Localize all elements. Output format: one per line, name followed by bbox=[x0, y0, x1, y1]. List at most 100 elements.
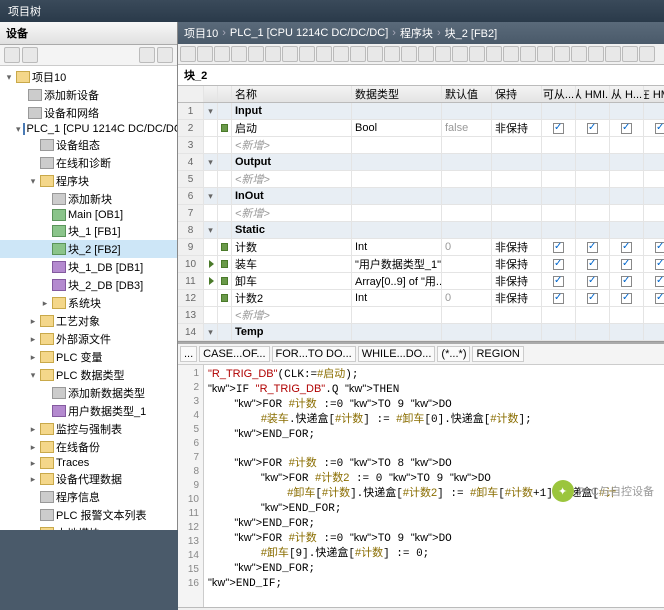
expand-icon[interactable]: ▸ bbox=[28, 474, 38, 485]
tree-node[interactable]: ▸系统块 bbox=[0, 294, 177, 312]
breadcrumb-item[interactable]: 块_2 [FB2] bbox=[445, 25, 498, 41]
grid-row[interactable]: 6▾InOut bbox=[178, 188, 664, 205]
tree-node[interactable]: 块_1_DB [DB1] bbox=[0, 258, 177, 276]
col-hmi3[interactable]: 在 HMI... bbox=[644, 86, 664, 102]
grid-row[interactable]: 9计数Int0非保持 bbox=[178, 239, 664, 256]
toolbar-button[interactable] bbox=[299, 46, 315, 62]
tree-node[interactable]: PLC 报警文本列表 bbox=[0, 506, 177, 524]
toolbar-button[interactable] bbox=[639, 46, 655, 62]
toolbar-button[interactable] bbox=[435, 46, 451, 62]
toolbar-button[interactable] bbox=[350, 46, 366, 62]
toolbar-button[interactable] bbox=[248, 46, 264, 62]
col-default[interactable]: 默认值 bbox=[442, 86, 492, 102]
toolbar-button[interactable] bbox=[282, 46, 298, 62]
checkbox[interactable] bbox=[587, 123, 598, 134]
tree-node[interactable]: ▸外部源文件 bbox=[0, 330, 177, 348]
expand-icon[interactable]: ▸ bbox=[40, 298, 50, 309]
toolbar-button[interactable] bbox=[486, 46, 502, 62]
expand-icon[interactable]: ▾ bbox=[16, 124, 21, 135]
tree-node[interactable]: ▸本地模块 bbox=[0, 524, 177, 530]
grid-row[interactable]: 14▾Temp bbox=[178, 324, 664, 341]
tree-tool-button[interactable] bbox=[22, 47, 38, 63]
breadcrumb-item[interactable]: PLC_1 [CPU 1214C DC/DC/DC] bbox=[230, 27, 388, 39]
checkbox[interactable] bbox=[655, 293, 664, 304]
checkbox[interactable] bbox=[655, 242, 664, 253]
grid-row[interactable]: 2启动Boolfalse非保持 bbox=[178, 120, 664, 137]
toolbar-button[interactable] bbox=[265, 46, 281, 62]
grid-row[interactable]: 4▾Output bbox=[178, 154, 664, 171]
toolbar-button[interactable] bbox=[401, 46, 417, 62]
col-keep[interactable]: 保持 bbox=[492, 86, 542, 102]
tree-node[interactable]: 添加新设备 bbox=[0, 86, 177, 104]
checkbox[interactable] bbox=[553, 123, 564, 134]
grid-row[interactable]: 11卸车Array[0..9] of "用...非保持 bbox=[178, 273, 664, 290]
code-snippet-button[interactable]: (*...*) bbox=[437, 346, 470, 362]
toolbar-button[interactable] bbox=[503, 46, 519, 62]
variable-grid[interactable]: 名称数据类型默认值保持可从...从 HMI...从 H...在 HMI...1▾… bbox=[178, 86, 664, 342]
code-snippet-button[interactable]: ... bbox=[180, 346, 197, 362]
col-vis[interactable]: 可从... bbox=[542, 86, 576, 102]
tree-node[interactable]: 在线和诊断 bbox=[0, 154, 177, 172]
checkbox[interactable] bbox=[621, 293, 632, 304]
toolbar-button[interactable] bbox=[316, 46, 332, 62]
tree-node[interactable]: ▾项目10 bbox=[0, 68, 177, 86]
grid-row[interactable]: 7<新增> bbox=[178, 205, 664, 222]
expand-icon[interactable] bbox=[209, 260, 214, 268]
toolbar-button[interactable] bbox=[214, 46, 230, 62]
toolbar-button[interactable] bbox=[384, 46, 400, 62]
tree-node[interactable]: ▸设备代理数据 bbox=[0, 470, 177, 488]
expand-icon[interactable]: ▸ bbox=[28, 334, 38, 345]
tree-node[interactable]: ▾PLC_1 [CPU 1214C DC/DC/DC] bbox=[0, 122, 177, 136]
toolbar-button[interactable] bbox=[197, 46, 213, 62]
tree-node[interactable]: 添加新块 bbox=[0, 190, 177, 208]
toolbar-button[interactable] bbox=[452, 46, 468, 62]
toolbar-button[interactable] bbox=[605, 46, 621, 62]
checkbox[interactable] bbox=[587, 276, 598, 287]
checkbox[interactable] bbox=[553, 242, 564, 253]
toolbar-button[interactable] bbox=[571, 46, 587, 62]
devices-tab[interactable]: 设备 bbox=[0, 22, 177, 45]
checkbox[interactable] bbox=[621, 276, 632, 287]
project-tree[interactable]: ▾项目10添加新设备设备和网络▾PLC_1 [CPU 1214C DC/DC/D… bbox=[0, 66, 177, 530]
toolbar-button[interactable] bbox=[231, 46, 247, 62]
tree-tool-button[interactable] bbox=[4, 47, 20, 63]
grid-row[interactable]: 13<新增> bbox=[178, 307, 664, 324]
code-snippet-button[interactable]: REGION bbox=[472, 346, 523, 362]
tree-node[interactable]: ▾PLC 数据类型 bbox=[0, 366, 177, 384]
tree-node[interactable]: ▸监控与强制表 bbox=[0, 420, 177, 438]
expand-icon[interactable]: ▾ bbox=[4, 72, 14, 83]
toolbar-button[interactable] bbox=[180, 46, 196, 62]
expand-icon[interactable]: ▸ bbox=[28, 352, 38, 363]
tree-node[interactable]: 块_2 [FB2] bbox=[0, 240, 177, 258]
checkbox[interactable] bbox=[553, 276, 564, 287]
tree-node[interactable]: ▸Traces bbox=[0, 456, 177, 470]
checkbox[interactable] bbox=[587, 259, 598, 270]
toolbar-button[interactable] bbox=[367, 46, 383, 62]
code-snippet-button[interactable]: WHILE...DO... bbox=[358, 346, 436, 362]
toolbar-button[interactable] bbox=[588, 46, 604, 62]
tree-node[interactable]: ▸工艺对象 bbox=[0, 312, 177, 330]
tree-node[interactable]: 块_2_DB [DB3] bbox=[0, 276, 177, 294]
tree-node[interactable]: 程序信息 bbox=[0, 488, 177, 506]
expand-icon[interactable]: ▸ bbox=[28, 442, 38, 453]
grid-row[interactable]: 3<新增> bbox=[178, 137, 664, 154]
grid-row[interactable]: 10装车"用户数据类型_1"非保持 bbox=[178, 256, 664, 273]
expand-icon[interactable]: ▾ bbox=[28, 176, 38, 187]
tree-node[interactable]: ▸在线备份 bbox=[0, 438, 177, 456]
checkbox[interactable] bbox=[621, 242, 632, 253]
toolbar-button[interactable] bbox=[537, 46, 553, 62]
checkbox[interactable] bbox=[621, 259, 632, 270]
checkbox[interactable] bbox=[655, 276, 664, 287]
tree-node[interactable]: 设备和网络 bbox=[0, 104, 177, 122]
breadcrumb-item[interactable]: 程序块 bbox=[400, 25, 433, 41]
checkbox[interactable] bbox=[655, 259, 664, 270]
expand-icon[interactable]: ▾ bbox=[28, 370, 38, 381]
code-snippet-button[interactable]: FOR...TO DO... bbox=[272, 346, 356, 362]
grid-row[interactable]: 1▾Input bbox=[178, 103, 664, 120]
toolbar-button[interactable] bbox=[520, 46, 536, 62]
tree-node[interactable]: 块_1 [FB1] bbox=[0, 222, 177, 240]
expand-icon[interactable] bbox=[209, 277, 214, 285]
code-snippet-button[interactable]: CASE...OF... bbox=[199, 346, 269, 362]
checkbox[interactable] bbox=[621, 123, 632, 134]
tree-tool-button[interactable] bbox=[157, 47, 173, 63]
